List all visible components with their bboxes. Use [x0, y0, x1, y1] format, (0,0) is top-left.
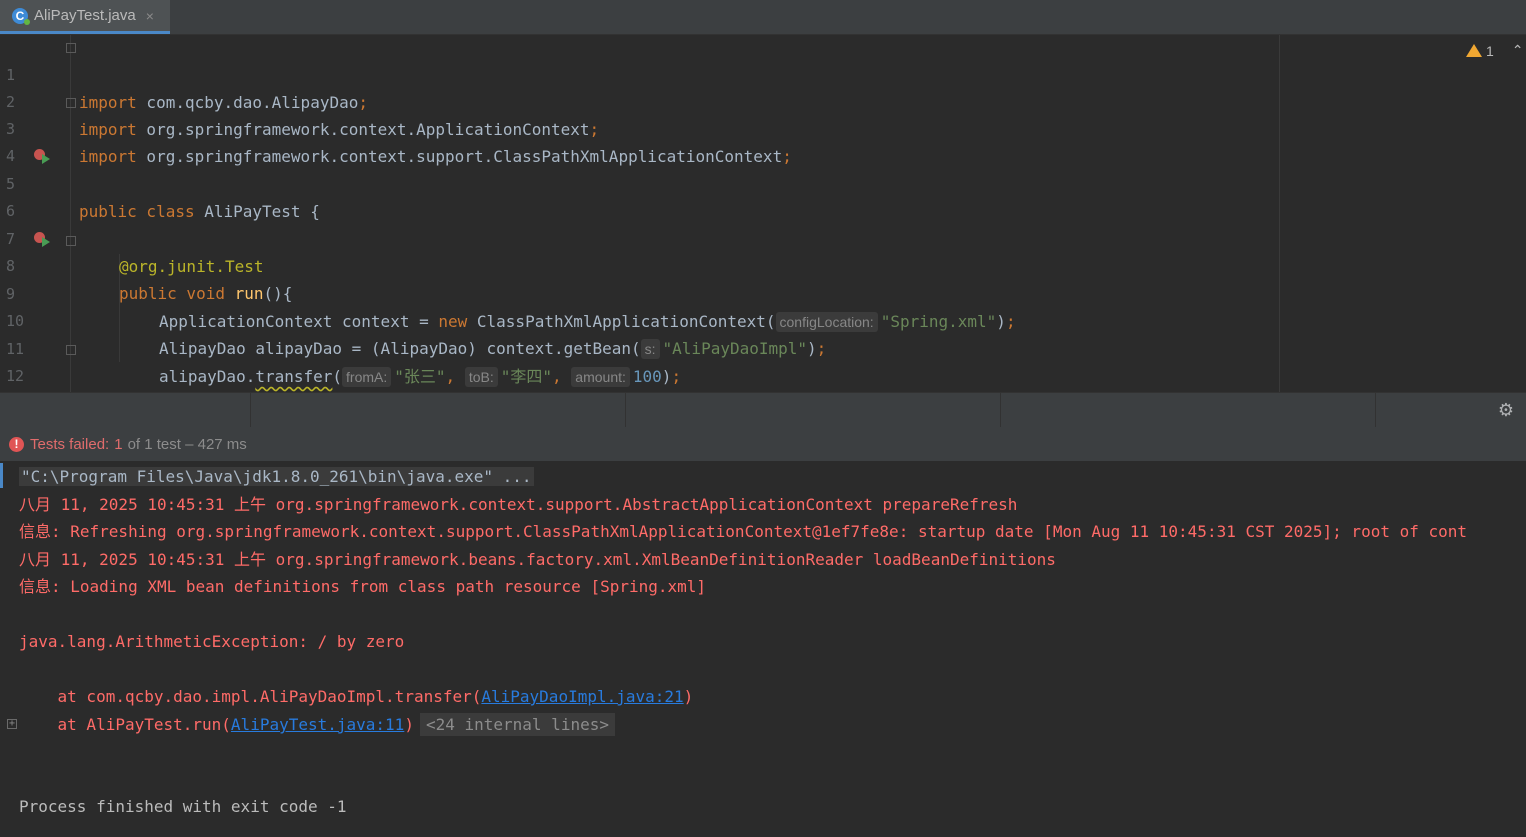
code-editor[interactable]: 1 ⌃ 1 import com.qcby.dao.AlipayDao; 2 i… — [0, 35, 1526, 441]
code-line-4: 4 — [0, 116, 1270, 165]
expand-icon[interactable]: + — [7, 719, 17, 729]
java-class-icon: C — [12, 7, 30, 25]
code-line-8: 8 public void run(){ — [0, 226, 1270, 303]
error-icon: ! — [9, 436, 24, 452]
tab-filename: AliPayTest.java — [34, 7, 136, 24]
test-summary: of 1 test – 427 ms — [127, 435, 247, 453]
exception-line: java.lang.ArithmeticException: / by zero — [19, 632, 405, 651]
code-line-3: 3 import org.springframework.context.sup… — [0, 89, 1270, 166]
right-margin-guide — [1279, 35, 1280, 392]
tests-failed-label: Tests failed: — [30, 435, 110, 453]
console-log-line: 信息: Refreshing org.springframework.conte… — [19, 522, 1468, 541]
selection-marker — [0, 463, 3, 488]
run-toolwindow-header: ⚙ — [0, 392, 1526, 428]
tab-alipaytest-java[interactable]: C AliPayTest.java × — [0, 0, 170, 34]
trace-text: at com.qcby.dao.impl.AliPayDaoImpl.trans… — [19, 687, 482, 706]
header-divider — [1375, 393, 1376, 427]
console-log-line: 八月 11, 2025 10:45:31 上午 org.springframew… — [19, 495, 1018, 514]
code-line-7: 7 @org.junit.Test — [0, 199, 1270, 276]
gear-icon[interactable]: ⚙ — [1498, 400, 1514, 421]
inspection-widget[interactable]: 1 ⌃ — [1466, 42, 1524, 59]
stack-trace-link[interactable]: AliPayDaoImpl.java:21 — [481, 687, 683, 706]
editor-tab-bar: C AliPayTest.java × — [0, 0, 1526, 35]
stack-trace-link[interactable]: AliPayTest.java:11 — [231, 715, 404, 734]
test-status-bar: ! Tests failed: 1 of 1 test – 427 ms — [0, 427, 1526, 461]
header-divider — [1000, 393, 1001, 427]
close-icon[interactable]: × — [146, 8, 154, 24]
command-text: "C:\Program Files\Java\jdk1.8.0_261\bin\… — [19, 467, 534, 486]
stack-trace-line: at AliPayTest.run(AliPayTest.java:11) <24… — [19, 711, 615, 738]
trace-text: ) — [683, 687, 694, 706]
code-line-1: 1 import com.qcby.dao.AlipayDao; — [0, 35, 1270, 112]
code-line-13: 13 } — [0, 364, 1270, 441]
console-log-line: 八月 11, 2025 10:45:31 上午 org.springframew… — [19, 550, 1056, 569]
internal-lines-fold[interactable]: <24 internal lines> — [419, 713, 615, 736]
warning-count: 1 — [1486, 42, 1494, 59]
code-line-10: 10 AlipayDao alipayDao = (AlipayDao) con… — [0, 281, 1270, 359]
console-log-line: 信息: Loading XML bean definitions from cl… — [19, 577, 707, 596]
code-line-9: 9 ApplicationContext context = new Class… — [0, 254, 1270, 332]
trace-text: ) — [404, 715, 414, 734]
chevron-up-icon[interactable]: ⌃ — [1512, 42, 1524, 59]
trace-text: at AliPayTest.run( — [19, 715, 231, 734]
warning-icon — [1466, 44, 1482, 57]
code-line-5: 5 public class AliPayTest { — [0, 144, 1270, 221]
code-line-12: 12 } — [0, 336, 1270, 413]
console-command-line: "C:\Program Files\Java\jdk1.8.0_261\bin\… — [19, 463, 534, 490]
code-line-11: 11 alipayDao.transfer(fromA: "张三", toB: "李… — [0, 309, 1270, 387]
header-divider — [250, 393, 251, 427]
code-line-6: 6 — [0, 171, 1270, 220]
process-exit-line: Process finished with exit code -1 — [19, 797, 347, 816]
header-divider — [625, 393, 626, 427]
failed-count: 1 — [114, 435, 123, 453]
console-output[interactable]: "C:\Program Files\Java\jdk1.8.0_261\bin\… — [0, 463, 1526, 837]
stack-trace-line: at com.qcby.dao.impl.AliPayDaoImpl.trans… — [19, 683, 694, 710]
code-line-2: 2 import org.springframework.context.App… — [0, 62, 1270, 139]
